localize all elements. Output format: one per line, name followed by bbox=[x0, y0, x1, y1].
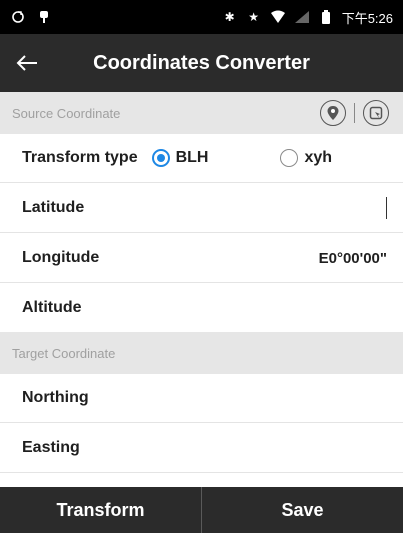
location-pin-button[interactable] bbox=[320, 100, 346, 126]
target-coordinate-header: Target Coordinate bbox=[0, 332, 403, 374]
star-icon: ★ bbox=[248, 10, 260, 24]
status-left bbox=[10, 10, 52, 24]
header-divider bbox=[354, 103, 355, 123]
arrow-left-icon bbox=[16, 55, 37, 71]
transform-type-label: Transform type bbox=[22, 149, 138, 166]
sync-icon bbox=[10, 10, 26, 24]
radio-xyh-indicator[interactable] bbox=[280, 149, 299, 167]
source-coordinate-title: Source Coordinate bbox=[12, 105, 121, 121]
battery-icon bbox=[318, 10, 334, 24]
northing-field[interactable]: Northing bbox=[0, 374, 403, 423]
location-pin-icon bbox=[327, 106, 339, 120]
select-point-button[interactable] bbox=[363, 100, 389, 126]
select-point-icon bbox=[369, 106, 383, 120]
app-bar: Coordinates Converter bbox=[0, 34, 403, 92]
text-cursor bbox=[386, 197, 387, 219]
altitude-field[interactable]: Altitude bbox=[0, 284, 403, 333]
bottom-action-bar: Transform Save bbox=[0, 487, 403, 533]
radio-blh-label: BLH bbox=[175, 149, 209, 166]
radio-blh[interactable]: BLH bbox=[151, 149, 209, 167]
transform-type-row: Transform type BLH xyh bbox=[0, 134, 403, 183]
wifi-icon bbox=[270, 10, 286, 24]
save-button[interactable]: Save bbox=[202, 487, 403, 533]
easting-field[interactable]: Easting bbox=[0, 424, 403, 473]
radio-xyh[interactable]: xyh bbox=[280, 149, 332, 167]
radio-xyh-label: xyh bbox=[304, 149, 333, 166]
page-title: Coordinates Converter bbox=[93, 51, 310, 74]
source-actions bbox=[320, 100, 389, 126]
latitude-label: Latitude bbox=[22, 199, 85, 216]
altitude-label: Altitude bbox=[22, 299, 82, 316]
signal-icon bbox=[294, 10, 310, 24]
radio-blh-indicator[interactable] bbox=[151, 149, 170, 167]
longitude-value[interactable]: E0°00'00" bbox=[319, 250, 387, 267]
back-button[interactable] bbox=[0, 34, 54, 92]
status-time: 下午5:26 bbox=[341, 10, 393, 26]
status-bar: ✱ ★ 下午5:26 bbox=[0, 0, 403, 34]
bluetooth-icon: ✱ bbox=[224, 10, 235, 24]
northing-label: Northing bbox=[22, 389, 89, 406]
source-coordinate-header: Source Coordinate bbox=[0, 92, 403, 134]
transform-button[interactable]: Transform bbox=[0, 487, 201, 533]
usb-icon bbox=[36, 10, 52, 24]
target-coordinate-title: Target Coordinate bbox=[12, 345, 116, 361]
longitude-label: Longitude bbox=[22, 249, 100, 266]
latitude-field[interactable]: Latitude bbox=[0, 184, 403, 233]
longitude-field[interactable]: Longitude E0°00'00" bbox=[0, 234, 403, 283]
status-right: ✱ ★ 下午5:26 bbox=[222, 8, 393, 27]
easting-label: Easting bbox=[22, 439, 80, 456]
